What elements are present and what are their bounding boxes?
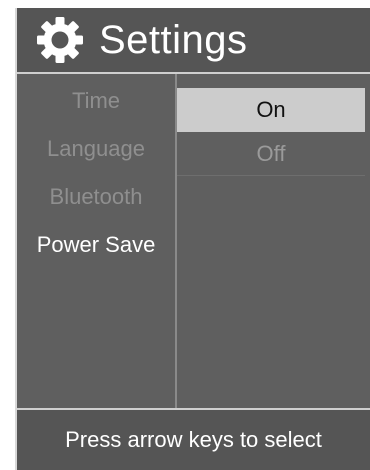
title-bar: Settings xyxy=(17,8,370,74)
page-title: Settings xyxy=(99,17,248,62)
option-on[interactable]: On xyxy=(177,88,365,132)
options-panel: On Off xyxy=(177,74,370,408)
menu-item-time[interactable]: Time xyxy=(17,86,175,116)
menu-item-language[interactable]: Language xyxy=(17,134,175,164)
footer-hint: Press arrow keys to select xyxy=(65,427,322,452)
footer-bar: Press arrow keys to select xyxy=(17,408,370,470)
settings-menu: Time Language Bluetooth Power Save xyxy=(17,74,175,408)
menu-item-bluetooth[interactable]: Bluetooth xyxy=(17,182,175,212)
menu-item-power-save[interactable]: Power Save xyxy=(17,230,175,260)
gear-icon xyxy=(37,17,83,63)
option-off[interactable]: Off xyxy=(177,132,365,176)
settings-screen: Settings Time Language Bluetooth Power S… xyxy=(15,8,370,470)
